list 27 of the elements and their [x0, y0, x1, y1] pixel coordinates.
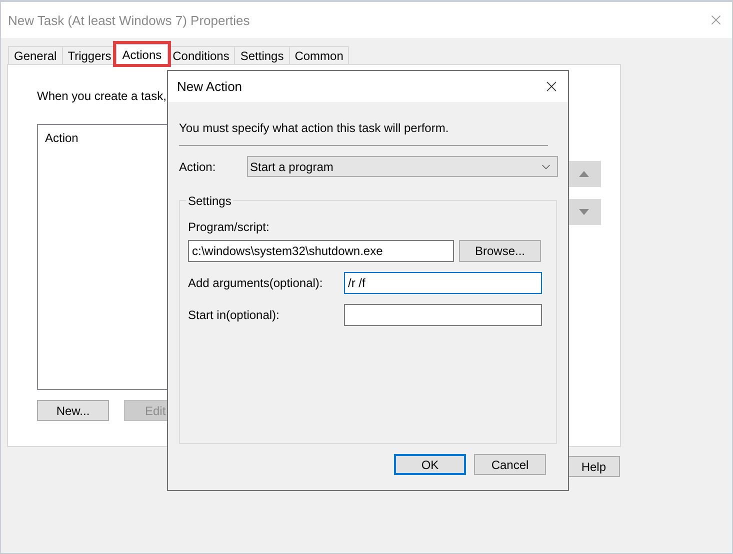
new-button[interactable]: New...: [37, 400, 109, 421]
intro-text: When you create a task,: [37, 89, 168, 103]
move-up-button[interactable]: [567, 161, 601, 187]
action-dropdown[interactable]: Start a program: [247, 156, 558, 177]
dialog-title: New Action: [177, 79, 242, 94]
input-field[interactable]: /r /f: [344, 272, 542, 294]
field-label: Start in(optional):: [188, 308, 280, 322]
help-button[interactable]: Help: [566, 456, 620, 477]
tab[interactable]: Common: [288, 46, 350, 64]
up-triangle-icon: [579, 171, 589, 177]
tab[interactable]: Settings: [234, 46, 290, 64]
input-field[interactable]: [344, 304, 542, 326]
field-label: Program/script:: [188, 220, 270, 234]
tab[interactable]: General: [8, 46, 63, 64]
down-triangle-icon: [579, 209, 589, 215]
instruction-text: You must specify what action this task will perform.: [179, 121, 450, 135]
move-down-button[interactable]: [567, 199, 601, 225]
action-label: Action:: [179, 160, 217, 174]
ok-button[interactable]: OK: [394, 454, 466, 475]
column-header: Action: [45, 131, 78, 145]
tab[interactable]: Actions: [116, 44, 168, 64]
cancel-button[interactable]: Cancel: [474, 454, 546, 475]
browse-button[interactable]: Browse...: [459, 240, 541, 262]
window-title: New Task (At least Windows 7) Properties: [8, 12, 250, 28]
group-title: Settings: [186, 194, 234, 208]
field-label: Add arguments(optional):: [188, 276, 323, 290]
program-field[interactable]: c:\windows\system32\shutdown.exe: [188, 240, 454, 262]
